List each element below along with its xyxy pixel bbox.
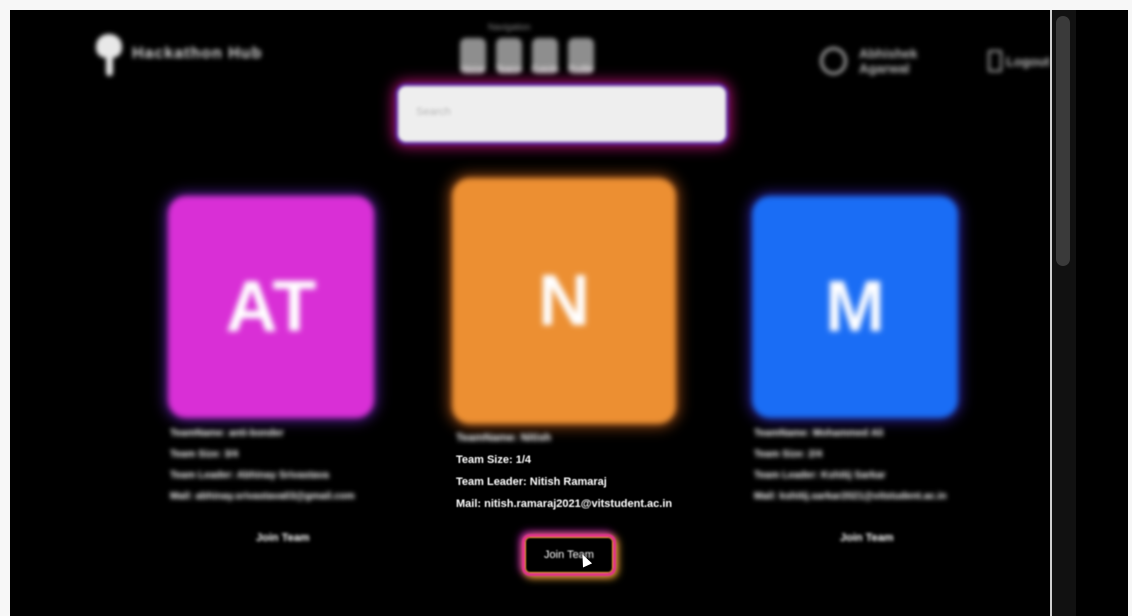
team-mail: Mail: abhinay.srivastava03@gmail.com (170, 491, 355, 502)
user-menu: Abhishek Agarwal Logout (820, 46, 1050, 76)
brand-name: Hackathon Hub (132, 45, 263, 62)
scrollbar[interactable] (1050, 10, 1078, 616)
team-name: TeamName: anti-bonder (170, 428, 284, 439)
logout-label: Logout (1005, 53, 1050, 69)
team-mail: Mail: kshitij.sarkar2021@vitstudent.ac.i… (754, 491, 947, 502)
team-card-info: TeamName: Nitish Team Size: 1/4 Team Lea… (456, 432, 672, 520)
join-team-button[interactable]: Join Team (840, 532, 894, 544)
team-size: Team Size: 2/4 (754, 449, 823, 460)
nav-item-home[interactable]: Home (460, 38, 486, 74)
team-size: Team Size: 3/4 (170, 449, 239, 460)
user-name[interactable]: Abhishek Agarwal (859, 46, 966, 76)
team-avatar: AT (168, 196, 374, 418)
team-name: TeamName: Mohammed Ali (754, 428, 884, 439)
team-avatar: M (752, 196, 958, 418)
team-leader: Team Leader: Nitish Ramaraj (456, 476, 607, 488)
browser-viewport: Hackathon Hub Navigation Home Teams Even… (10, 10, 1128, 616)
search-placeholder: Search (416, 106, 451, 118)
nav-item-events[interactable]: Events (531, 38, 559, 74)
nav-item-profile[interactable]: Profile (568, 38, 594, 74)
nav-item-teams[interactable]: Teams (496, 38, 522, 74)
logout-icon (987, 50, 1002, 72)
logo[interactable]: Hackathon Hub (96, 32, 262, 76)
search-input[interactable]: Search (398, 86, 726, 142)
logo-icon (96, 32, 122, 76)
team-name: TeamName: Nitish (456, 432, 552, 444)
main-nav: Home Teams Events Profile (460, 38, 594, 74)
join-team-button[interactable]: Join Team (522, 534, 616, 576)
side-panel (1076, 10, 1128, 616)
user-avatar-icon[interactable] (820, 47, 847, 75)
team-mail: Mail: nitish.ramaraj2021@vitstudent.ac.i… (456, 498, 673, 510)
join-team-button[interactable]: Join Team (256, 532, 310, 544)
teams-page: Hackathon Hub Navigation Home Teams Even… (10, 10, 1050, 616)
team-size: Team Size: 1/4 (456, 454, 531, 466)
scrollbar-thumb[interactable] (1056, 16, 1070, 266)
logout-button[interactable]: Logout (987, 50, 1050, 72)
team-avatar: N (452, 178, 676, 424)
team-leader: Team Leader: Kshitij Sarkar (754, 470, 886, 481)
team-card-info: TeamName: anti-bonder Team Size: 3/4 Tea… (170, 428, 355, 512)
nav-caption: Navigation (488, 22, 531, 32)
team-leader: Team Leader: Abhinay Srivastava (170, 470, 329, 481)
team-card-info: TeamName: Mohammed Ali Team Size: 2/4 Te… (754, 428, 947, 512)
